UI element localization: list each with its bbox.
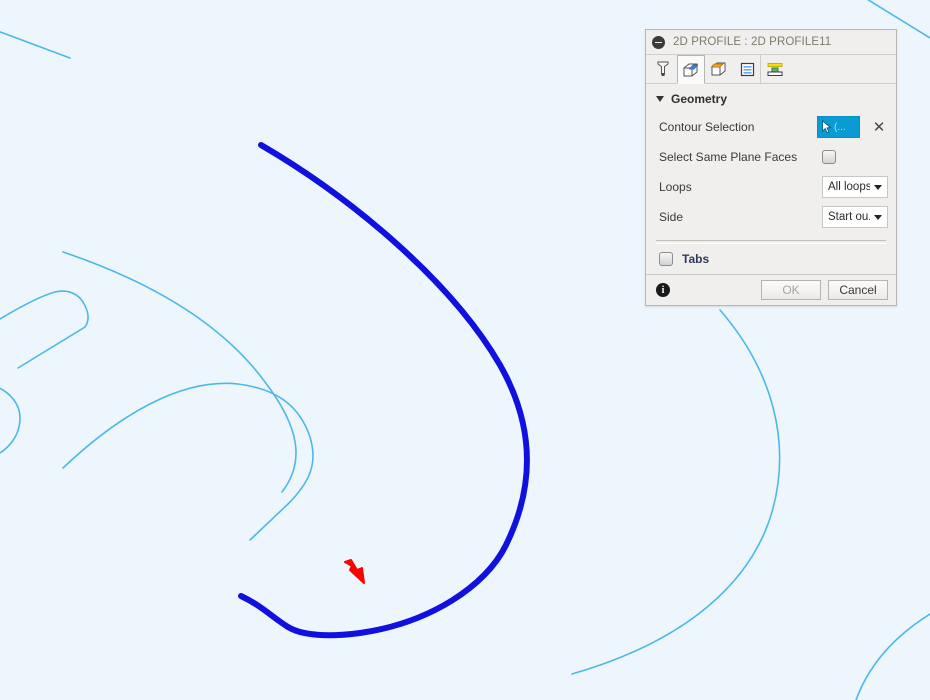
geometry-section-label: Geometry: [671, 92, 728, 106]
geometry-box-icon: [683, 63, 699, 76]
tab-linking[interactable]: [761, 55, 789, 83]
loops-dropdown[interactable]: All loops: [822, 176, 888, 198]
mouse-cursor-select-icon: [822, 120, 832, 134]
select-same-plane-faces-label: Select Same Plane Faces: [659, 150, 798, 164]
panel-body: Geometry Contour Selection (... ✕ Select…: [646, 84, 896, 305]
tab-geometry[interactable]: [677, 55, 705, 84]
select-same-plane-faces-checkbox[interactable]: [822, 150, 836, 164]
contour-selection-row: Contour Selection (... ✕: [646, 112, 896, 142]
panel-tabstrip[interactable]: [646, 55, 896, 84]
tab-passes[interactable]: [733, 55, 761, 83]
side-label: Side: [659, 210, 684, 224]
tabs-checkbox[interactable]: [659, 252, 673, 266]
cad-application-window: 2D PROFILE : 2D PROFILE11 Geometry Conto…: [0, 0, 930, 700]
side-dropdown[interactable]: Start ou...: [822, 206, 888, 228]
heights-box-icon: [710, 62, 726, 76]
geometry-section-header[interactable]: Geometry: [646, 90, 896, 112]
panel-footer: i OK Cancel: [646, 275, 896, 305]
side-row: Side Start ou...: [646, 202, 896, 232]
select-same-plane-faces-row: Select Same Plane Faces: [646, 142, 896, 172]
info-icon[interactable]: i: [656, 283, 670, 297]
side-dropdown-value: Start ou...: [828, 211, 870, 223]
panel-titlebar[interactable]: 2D PROFILE : 2D PROFILE11: [646, 30, 896, 55]
select-same-plane-faces-cell: [822, 150, 888, 164]
operation-dialog-panel[interactable]: 2D PROFILE : 2D PROFILE11 Geometry Conto…: [645, 29, 897, 306]
loops-label: Loops: [659, 180, 692, 194]
tab-heights[interactable]: [705, 55, 733, 83]
contour-selection-button[interactable]: (...: [817, 116, 860, 138]
ok-button[interactable]: OK: [761, 280, 821, 300]
loops-row: Loops All loops: [646, 172, 896, 202]
tabs-section-label: Tabs: [682, 252, 710, 266]
contour-selection-button-text: (...: [834, 121, 846, 133]
end-mill-tool-icon: [657, 61, 669, 76]
collapse-minus-icon[interactable]: [652, 35, 665, 49]
clear-selection-icon[interactable]: ✕: [870, 120, 888, 135]
loops-dropdown-value: All loops: [828, 181, 870, 193]
chevron-down-icon: [874, 184, 882, 190]
contour-selection-label: Contour Selection: [659, 120, 755, 134]
chevron-down-icon: [874, 214, 882, 220]
passes-layers-icon: [740, 62, 754, 76]
linking-ramp-icon: [767, 62, 783, 76]
chevron-down-icon[interactable]: [656, 96, 664, 102]
tab-tool[interactable]: [649, 55, 677, 83]
panel-title: 2D PROFILE : 2D PROFILE11: [673, 36, 832, 48]
cancel-button[interactable]: Cancel: [828, 280, 888, 300]
tabs-section-row[interactable]: Tabs: [646, 244, 896, 275]
